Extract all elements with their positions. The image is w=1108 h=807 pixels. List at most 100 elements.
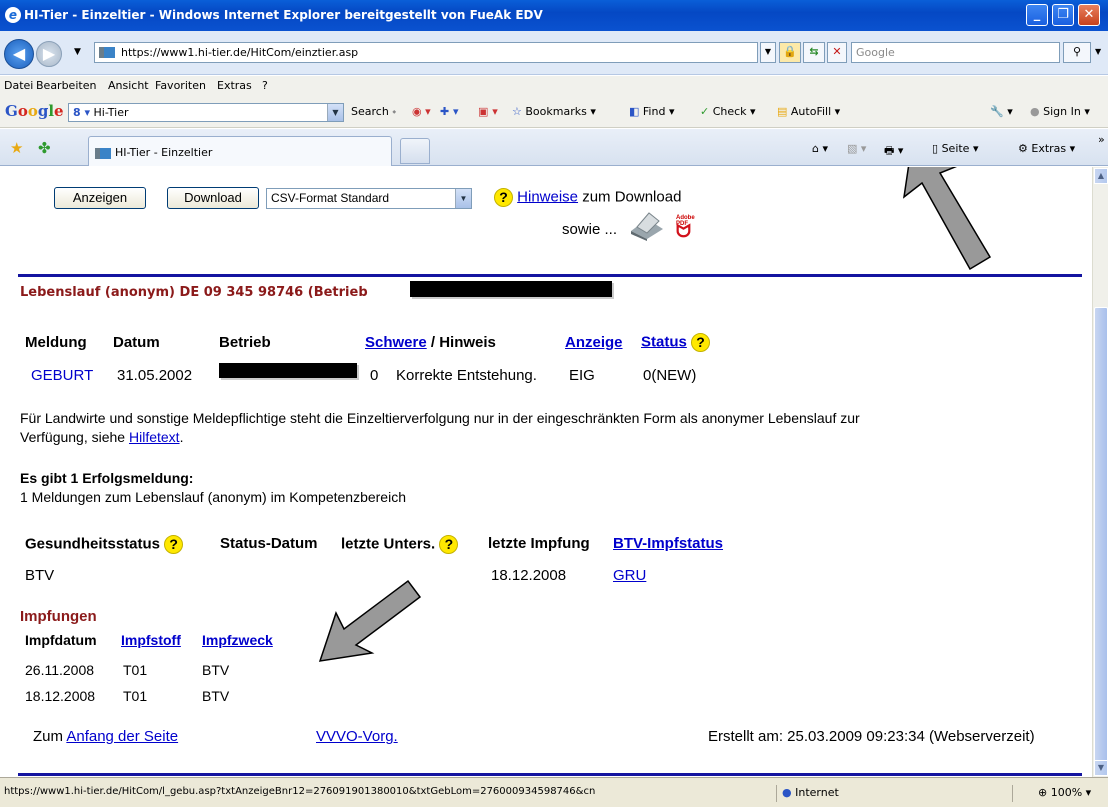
redacted-betrieb <box>410 281 612 297</box>
search-input[interactable]: Google <box>851 42 1060 63</box>
add-favorites-icon[interactable]: ✤ <box>38 139 51 157</box>
tab-label: HI-Tier - Einzeltier <box>115 146 213 159</box>
anfang-der-seite-link[interactable]: Anfang der Seite <box>66 728 178 745</box>
format-select-value: CSV-Format Standard <box>271 191 390 205</box>
gesundheitsstatus-help-icon[interactable]: ? <box>164 535 184 554</box>
maximize-button[interactable]: ❐ <box>1052 4 1074 26</box>
success-heading: Es gibt 1 Erfolgsmeldung: <box>20 470 194 486</box>
footer-top-link-row: Zum Anfang der Seite <box>33 728 178 745</box>
close-button[interactable]: ✕ <box>1078 4 1100 26</box>
col-schwere-hinweis: Schwere / Hinweis <box>365 334 496 351</box>
extras-menu-button[interactable]: ⚙ Extras ▾ <box>1018 142 1075 155</box>
zoom-label: 100% <box>1050 786 1083 799</box>
menu-favoriten[interactable]: Favoriten <box>155 79 206 92</box>
impf-row1-datum: 26.11.2008 <box>25 662 95 678</box>
home-icon[interactable]: ⌂ ▾ <box>812 142 828 155</box>
zone-label: Internet <box>795 786 839 799</box>
google-dropdown-icon[interactable]: ▼ <box>327 104 343 121</box>
adobe-pdf-icon[interactable]: Adobe PDF ᗢ <box>672 215 706 241</box>
autofill-button[interactable]: ▤ AutoFill ▾ <box>777 105 840 118</box>
format-dropdown-icon[interactable]: ▼ <box>455 189 471 208</box>
print-icon[interactable]: 🖶 ▾ <box>884 142 903 161</box>
show-button[interactable]: Anzeigen <box>54 187 146 209</box>
forward-button[interactable]: ▶ <box>36 41 62 67</box>
hilfetext-link[interactable]: Hilfetext <box>129 429 180 445</box>
vertical-scrollbar[interactable]: ▲ ▼ <box>1092 167 1108 777</box>
url-dropdown-icon[interactable]: ▼ <box>760 42 776 63</box>
menu-ansicht[interactable]: Ansicht <box>108 79 149 92</box>
btv-impfstatus-link[interactable]: BTV-Impfstatus <box>613 535 723 552</box>
globe-icon: ● <box>782 786 792 799</box>
col-status: Status ? <box>641 333 711 352</box>
anzeige-link[interactable]: Anzeige <box>565 334 623 351</box>
col-gesundheitsstatus: Gesundheitsstatus ? <box>25 535 184 554</box>
annotation-arrow-bottom-icon <box>318 579 422 662</box>
status-url: https://www1.hi-tier.de/HitCom/l_gebu.as… <box>4 786 596 797</box>
tab-hi-tier-einzeltier[interactable]: HI-Tier - Einzeltier <box>88 136 392 166</box>
hint-text: zum Download <box>582 188 682 206</box>
download-button[interactable]: Download <box>167 187 259 209</box>
menu-extras[interactable]: Extras <box>217 79 252 92</box>
refresh-icon[interactable]: ⇆ <box>803 42 825 63</box>
row-gesundheitsstatus: BTV <box>25 567 55 584</box>
status-link[interactable]: Status <box>641 333 687 350</box>
more-chevron-icon[interactable]: » <box>1098 133 1105 146</box>
col-impfdatum: Impfdatum <box>25 632 97 648</box>
lebenslauf-heading: Lebenslauf (anonym) DE 09 345 98746 (Bet… <box>20 285 368 300</box>
internet-zone: ● Internet <box>782 786 839 799</box>
gru-link[interactable]: GRU <box>613 567 646 584</box>
scroll-thumb[interactable] <box>1094 307 1108 769</box>
pagerank-icon[interactable]: ▣ ▾ <box>478 105 498 118</box>
row-hinweis: Korrekte Entstehung. <box>396 367 537 384</box>
find-button[interactable]: ◧ Find ▾ <box>629 105 674 118</box>
zoom-control[interactable]: ⊕ 100% ▾ <box>1038 786 1091 799</box>
impf-row1-stoff: T01 <box>123 662 148 678</box>
vvvo-link[interactable]: VVVO-Vorg. <box>316 728 398 745</box>
page-menu-button[interactable]: ▯ Seite ▾ <box>932 142 978 155</box>
schwere-link[interactable]: Schwere <box>365 334 427 351</box>
url-input[interactable]: https://www1.hi-tier.de/HitCom/einztier.… <box>94 42 758 63</box>
settings-wrench-icon[interactable]: 🔧 ▾ <box>990 105 1013 118</box>
plus-icon[interactable]: ✚ ▾ <box>440 105 459 118</box>
minimize-button[interactable]: _ <box>1026 4 1048 26</box>
bookmarks-button[interactable]: ☆ Bookmarks ▾ <box>512 105 596 118</box>
col-status-datum: Status-Datum <box>220 535 318 552</box>
sign-in-button[interactable]: ● Sign In ▾ <box>1030 105 1090 118</box>
tab-row: ★ ✤ HI-Tier - Einzeltier ⌂ ▾ ▧ ▾ 🖶 ▾ ▯ S… <box>0 129 1108 166</box>
google-search-button[interactable]: Search ⬩ <box>351 105 396 119</box>
menu-bearbeiten[interactable]: Bearbeiten <box>36 79 96 92</box>
info-text-end: . <box>179 429 184 445</box>
search-icon[interactable]: ⚲ <box>1063 42 1091 63</box>
lock-icon[interactable]: 🔒 <box>779 42 801 63</box>
help-icon[interactable]: ? <box>494 188 513 207</box>
search-options-icon[interactable]: ▼ <box>1095 47 1101 56</box>
feeds-icon[interactable]: ▧ ▾ <box>847 142 866 155</box>
page-icon: ▯ <box>932 142 939 155</box>
hinweise-link[interactable]: Hinweise <box>517 188 578 205</box>
letzte-unters-help-icon[interactable]: ? <box>439 535 459 554</box>
impfstoff-link[interactable]: Impfstoff <box>121 632 181 648</box>
popup-blocker-icon[interactable]: ◉ ▾ <box>412 105 431 118</box>
print-fax-icon[interactable] <box>627 207 667 241</box>
letzte-unters-label: letzte Unters. <box>341 535 436 553</box>
google-search-input[interactable]: 8 ▾ Hi-Tier ▼ <box>68 103 344 122</box>
menu-help[interactable]: ? <box>262 79 268 92</box>
back-button[interactable]: ◀ <box>4 39 34 69</box>
status-help-icon[interactable]: ? <box>691 333 711 352</box>
row-anzeige: EIG <box>569 367 595 384</box>
geburt-link[interactable]: GEBURT <box>31 367 93 384</box>
scroll-down-icon[interactable]: ▼ <box>1094 760 1108 776</box>
menu-datei[interactable]: Datei <box>4 79 33 92</box>
favorites-star-icon[interactable]: ★ <box>10 139 23 157</box>
col-letzte-unters: letzte Unters. ? <box>341 535 459 554</box>
info-text-line2: Verfügung, siehe Hilfetext. <box>20 429 183 445</box>
new-tab-button[interactable] <box>400 138 430 164</box>
scroll-up-icon[interactable]: ▲ <box>1094 168 1108 184</box>
impfzweck-link[interactable]: Impfzweck <box>202 632 273 648</box>
col-meldung: Meldung <box>25 334 87 351</box>
history-dropdown-icon[interactable]: ▼ <box>74 47 81 57</box>
format-select[interactable]: CSV-Format Standard ▼ <box>266 188 472 209</box>
site-favicon-icon <box>99 47 115 58</box>
stop-icon[interactable]: ✕ <box>827 42 847 63</box>
check-button[interactable]: ✓ Check ▾ <box>700 105 756 118</box>
